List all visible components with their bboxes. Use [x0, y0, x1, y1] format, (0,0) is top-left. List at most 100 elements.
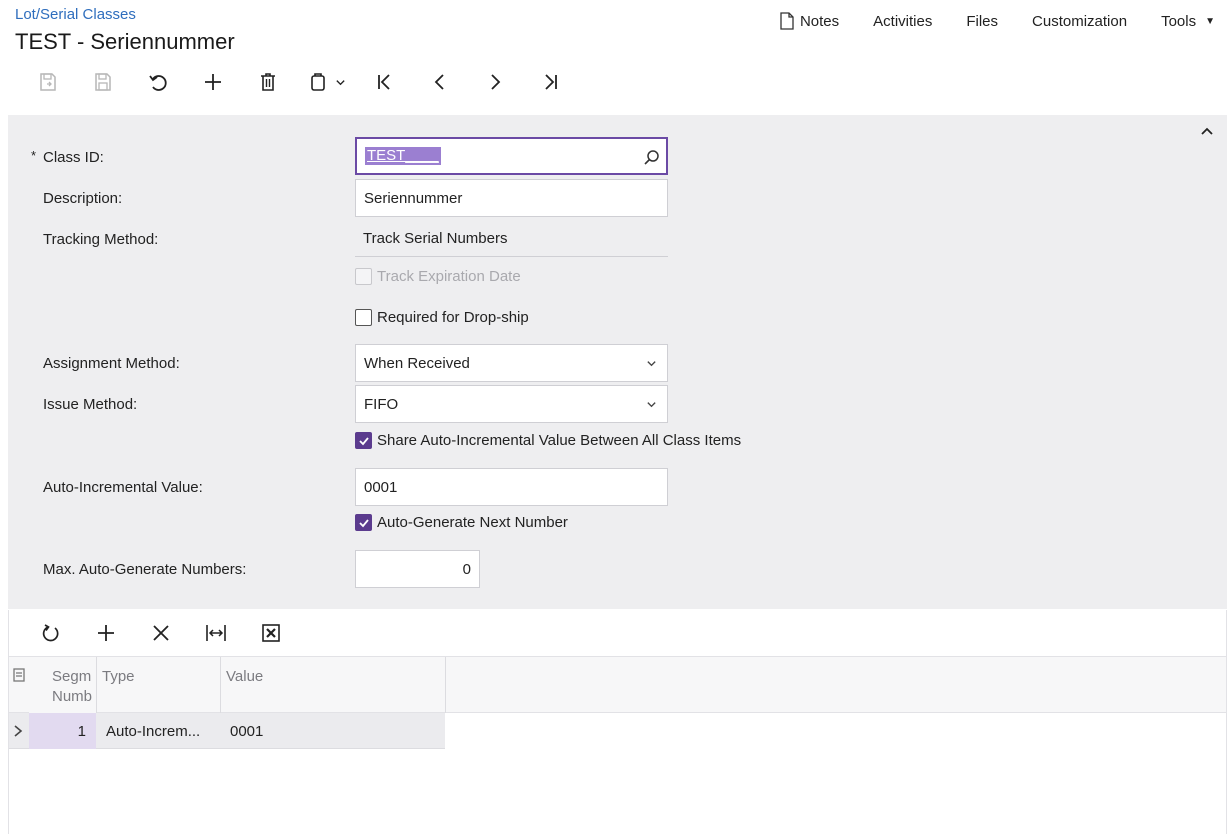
tools-label: Tools [1161, 12, 1197, 30]
share-autoinc-checkbox[interactable]: Share Auto-Incremental Value Between All… [355, 432, 741, 449]
segment-header-line2: Numb [52, 688, 93, 705]
assignment-method-label: Assignment Method: [43, 355, 180, 372]
refresh-icon [42, 624, 58, 642]
add-icon [204, 74, 221, 90]
first-record-icon [377, 74, 390, 90]
notes-button[interactable]: Notes [779, 12, 839, 30]
caret-down-icon: ▼ [1205, 15, 1215, 27]
add-row-button[interactable] [78, 617, 133, 649]
checkbox-unchecked-icon [355, 268, 372, 285]
chevron-down-icon [647, 402, 656, 408]
fit-columns-button[interactable] [188, 617, 243, 649]
issue-method-select[interactable]: FIFO [355, 385, 668, 423]
class-id-value: TEST____ [365, 147, 441, 165]
next-record-icon [490, 74, 500, 90]
delete-button[interactable] [240, 66, 295, 98]
assignment-method-select[interactable]: When Received [355, 344, 668, 382]
tracking-method-label: Tracking Method: [43, 231, 159, 248]
type-cell[interactable]: Auto-Increm... [96, 713, 221, 749]
next-record-button[interactable] [467, 66, 522, 98]
auto-incremental-value-input[interactable]: 0001 [355, 468, 668, 506]
files-label: Files [966, 12, 999, 30]
main-toolbar [20, 66, 577, 98]
last-record-button[interactable] [522, 66, 577, 98]
last-record-icon [544, 74, 557, 90]
type-header[interactable]: Type [97, 657, 221, 713]
chevron-right-icon[interactable] [12, 723, 24, 739]
row-selector-header[interactable] [9, 657, 29, 713]
copy-paste-button[interactable] [295, 66, 357, 98]
collapse-chevron-up-icon[interactable] [1199, 123, 1215, 139]
share-autoinc-label: Share Auto-Incremental Value Between All… [377, 432, 742, 449]
chevron-down-icon [335, 79, 345, 85]
issue-method-value: FIFO [364, 395, 399, 413]
issue-method-label: Issue Method: [43, 396, 138, 413]
save-icon [94, 73, 111, 91]
notes-label: Notes [799, 12, 840, 30]
track-expiration-checkbox[interactable]: Track Expiration Date [355, 268, 521, 285]
checkbox-unchecked-icon [355, 309, 372, 326]
delete-icon [260, 73, 275, 91]
type-header-label: Type [102, 668, 135, 685]
required-dropship-label: Required for Drop-ship [377, 309, 529, 326]
description-value: Seriennummer [364, 189, 463, 207]
previous-record-icon [434, 74, 444, 90]
customization-button[interactable]: Customization [1032, 13, 1127, 30]
track-expiration-label: Track Expiration Date [377, 268, 521, 285]
first-record-button[interactable] [357, 66, 412, 98]
add-button[interactable] [185, 66, 240, 98]
auto-incremental-value: 0001 [364, 478, 398, 496]
previous-record-button[interactable] [412, 66, 467, 98]
activities-label: Activities [873, 12, 933, 30]
export-excel-icon [261, 624, 280, 642]
grid: Segm Numb Type Value 1 Auto-Increm... 00… [8, 657, 1227, 834]
undo-icon [148, 75, 167, 91]
delete-row-icon [152, 625, 169, 641]
add-row-icon [97, 625, 114, 641]
segment-header-line1: Segm [52, 668, 92, 685]
class-id-input[interactable]: TEST____ [355, 137, 668, 175]
value-header-label: Value [226, 668, 264, 685]
files-column-icon [13, 668, 25, 682]
tracking-method-value-field: Track Serial Numbers [355, 221, 668, 257]
description-input[interactable]: Seriennummer [355, 179, 668, 217]
segment-number-header[interactable]: Segm Numb [29, 657, 97, 713]
refresh-button[interactable] [23, 617, 78, 649]
breadcrumb[interactable]: Lot/Serial Classes [15, 6, 136, 23]
save-close-icon [39, 73, 56, 91]
value-header[interactable]: Value [221, 657, 446, 713]
undo-button[interactable] [130, 66, 185, 98]
class-id-label: Class ID: [43, 149, 104, 166]
fit-columns-icon [205, 625, 226, 641]
table-row[interactable]: 1 Auto-Increm... 0001 [9, 713, 445, 749]
max-auto-generate-label: Max. Auto-Generate Numbers: [43, 561, 247, 578]
tools-menu-button[interactable]: Tools ▼ [1161, 13, 1215, 30]
note-icon [780, 12, 794, 30]
export-excel-button[interactable] [243, 617, 298, 649]
max-auto-generate-input[interactable]: 0 [355, 550, 480, 588]
files-button[interactable]: Files [966, 13, 998, 30]
customization-label: Customization [1032, 12, 1128, 30]
copy-paste-icon [310, 73, 325, 91]
auto-generate-next-checkbox[interactable]: Auto-Generate Next Number [355, 514, 568, 531]
max-auto-generate-value: 0 [462, 560, 471, 578]
auto-incremental-value-label: Auto-Incremental Value: [43, 479, 203, 496]
page-title: TEST - Seriennummer [15, 29, 235, 54]
form-panel: * Class ID: TEST____ Description: Serien… [8, 115, 1227, 609]
grid-header: Segm Numb Type Value [9, 657, 1226, 713]
assignment-method-value: When Received [364, 354, 470, 372]
checkmark-icon [355, 514, 372, 531]
segment-number-cell[interactable]: 1 [29, 713, 96, 749]
checkmark-icon [355, 432, 372, 449]
delete-row-button[interactable] [133, 617, 188, 649]
required-dropship-checkbox[interactable]: Required for Drop-ship [355, 309, 529, 326]
grid-toolbar [8, 610, 1227, 657]
save-button[interactable] [75, 66, 130, 98]
chevron-down-icon [647, 361, 656, 367]
tracking-method-value: Track Serial Numbers [363, 230, 508, 247]
search-icon[interactable] [643, 149, 660, 166]
required-marker: * [31, 148, 37, 163]
save-close-button[interactable] [20, 66, 75, 98]
value-cell[interactable]: 0001 [221, 713, 445, 749]
activities-button[interactable]: Activities [873, 13, 932, 30]
